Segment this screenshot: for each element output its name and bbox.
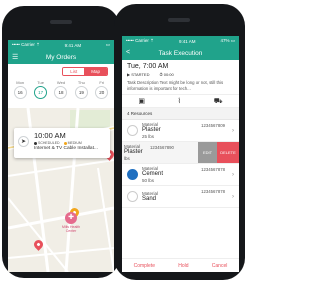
delete-button[interactable]: DELETE [217,142,239,164]
resource-name: Sand [142,195,157,202]
resource-checkbox-checked[interactable] [127,169,138,181]
battery-icon: 47% ▭ [220,38,235,43]
resource-name: Cement [142,171,164,178]
hospital-landmark: ✚ Mills Health Center [62,212,80,233]
day-thu[interactable]: Thu 19 [74,80,88,99]
day-fri[interactable]: Fri 20 [95,80,109,99]
day-number: 16 [13,86,27,99]
nav-bar: ☰ My Orders [8,50,114,64]
resource-qty: 25 lbs [142,134,155,140]
resource-row-swiped[interactable]: Material Plaster lbs 1234567890 EDIT DEL… [122,142,239,165]
order-card[interactable]: ➤ 10:00 AM SCHEDULED MEDIUM Internet & T… [14,128,110,158]
resource-code: 1234567890 [150,145,174,151]
cancel-button[interactable]: Cancel [212,263,228,269]
hamburger-icon[interactable]: ☰ [12,53,18,61]
day-selector: Mon 16 Tue 17 Wed 18 Thu 19 Fri 20 [8,80,114,99]
status-bar: ••••• Carrier ⇡ 9:41 AM 47% ▭ [122,36,239,46]
task-timer: ⏱ 00:00 [159,72,174,77]
task-action-bar: Complete Hold Cancel [122,258,239,272]
order-badges: SCHEDULED MEDIUM [34,141,106,145]
resource-row[interactable]: Material Sand 1234567878 › [122,186,239,209]
chevron-right-icon: › [232,194,234,201]
status-bar: ••••• Carrier ⇡ 9:41 AM ▭ [8,40,114,50]
task-status-row: ▶ STARTED ⏱ 00:00 [122,70,239,79]
carrier-label: ••••• Carrier ⇡ [126,38,154,43]
view-toggle: List Map [62,67,108,76]
nav-bar: < Task Execution [122,46,239,60]
save-icon[interactable]: ▣ [138,97,145,105]
day-number-selected: 17 [34,86,48,99]
map-view-button[interactable]: Map [84,68,107,75]
resource-code: 1234567809 [201,123,225,129]
resource-name: Plaster [142,127,161,134]
navigate-icon[interactable]: ➤ [18,136,29,147]
truck-icon[interactable]: ⛟ [214,97,223,106]
day-number: 19 [74,86,88,99]
resource-qty: 50 lbs [142,178,155,184]
task-status: ▶ STARTED [127,72,150,77]
landmark-label: Center [65,229,77,233]
edit-button[interactable]: EDIT [198,142,217,164]
phone-speaker [50,20,72,24]
list-view-button[interactable]: List [63,68,85,75]
day-name: Thu [77,80,85,85]
task-description: Task Description Text might be long or n… [127,80,224,91]
day-name: Mon [16,80,25,85]
phone-speaker [168,18,190,22]
view-toggle-row: List Map [8,64,114,78]
day-name: Fri [99,80,105,85]
back-button[interactable]: < [126,49,130,56]
resource-checkbox[interactable] [127,191,138,203]
hold-button[interactable]: Hold [178,263,188,269]
page-title: Task Execution [158,49,203,57]
day-tue[interactable]: Tue 17 [34,80,48,99]
task-execution-screen: ••••• Carrier ⇡ 9:41 AM 47% ▭ < Task Exe… [122,36,239,272]
resource-row[interactable]: Material Plaster 25 lbs 1234567809 › [122,120,239,143]
resource-code: 1234567878 [201,167,225,173]
page-title: My Orders [45,53,77,61]
chevron-right-icon: › [232,172,234,179]
day-name: Tue [37,80,44,85]
resource-code: 1234567878 [201,189,225,195]
task-toolbar: ▣ ⌇ ⛟ [122,94,239,109]
scheduled-badge: SCHEDULED [34,141,60,145]
status-time: 9:41 AM [178,38,196,44]
day-number: 20 [95,86,109,99]
attachment-icon[interactable]: ⌇ [178,97,181,105]
hospital-icon: ✚ [65,212,78,224]
day-number: 18 [54,86,68,99]
day-mon[interactable]: Mon 16 [13,80,27,99]
battery-icon: ▭ [105,42,110,47]
swiped-resource-content: Material Plaster lbs 1234567890 [122,142,198,163]
carrier-label: ••••• Carrier ⇡ [12,42,40,47]
status-time: 9:41 AM [64,42,82,48]
resource-name: Plaster [124,149,143,156]
order-time: 10:00 AM [34,131,66,140]
resource-checkbox[interactable] [127,125,138,137]
day-name: Wed [56,80,66,85]
right-phone: ••••• Carrier ⇡ 9:41 AM 47% ▭ < Task Exe… [114,4,245,280]
task-time: Tue, 7:00 AM [127,63,169,70]
day-wed[interactable]: Wed 18 [54,80,68,99]
priority-badge: MEDIUM [63,141,82,145]
resource-row[interactable]: Material Cement 50 lbs 1234567878 › [122,164,239,187]
complete-button[interactable]: Complete [134,263,155,269]
resources-header: 4 Resources [122,108,239,121]
order-description: Internet & TV Cable Installat... [34,146,98,151]
chevron-right-icon: › [232,128,234,135]
resource-qty: lbs [124,156,130,162]
